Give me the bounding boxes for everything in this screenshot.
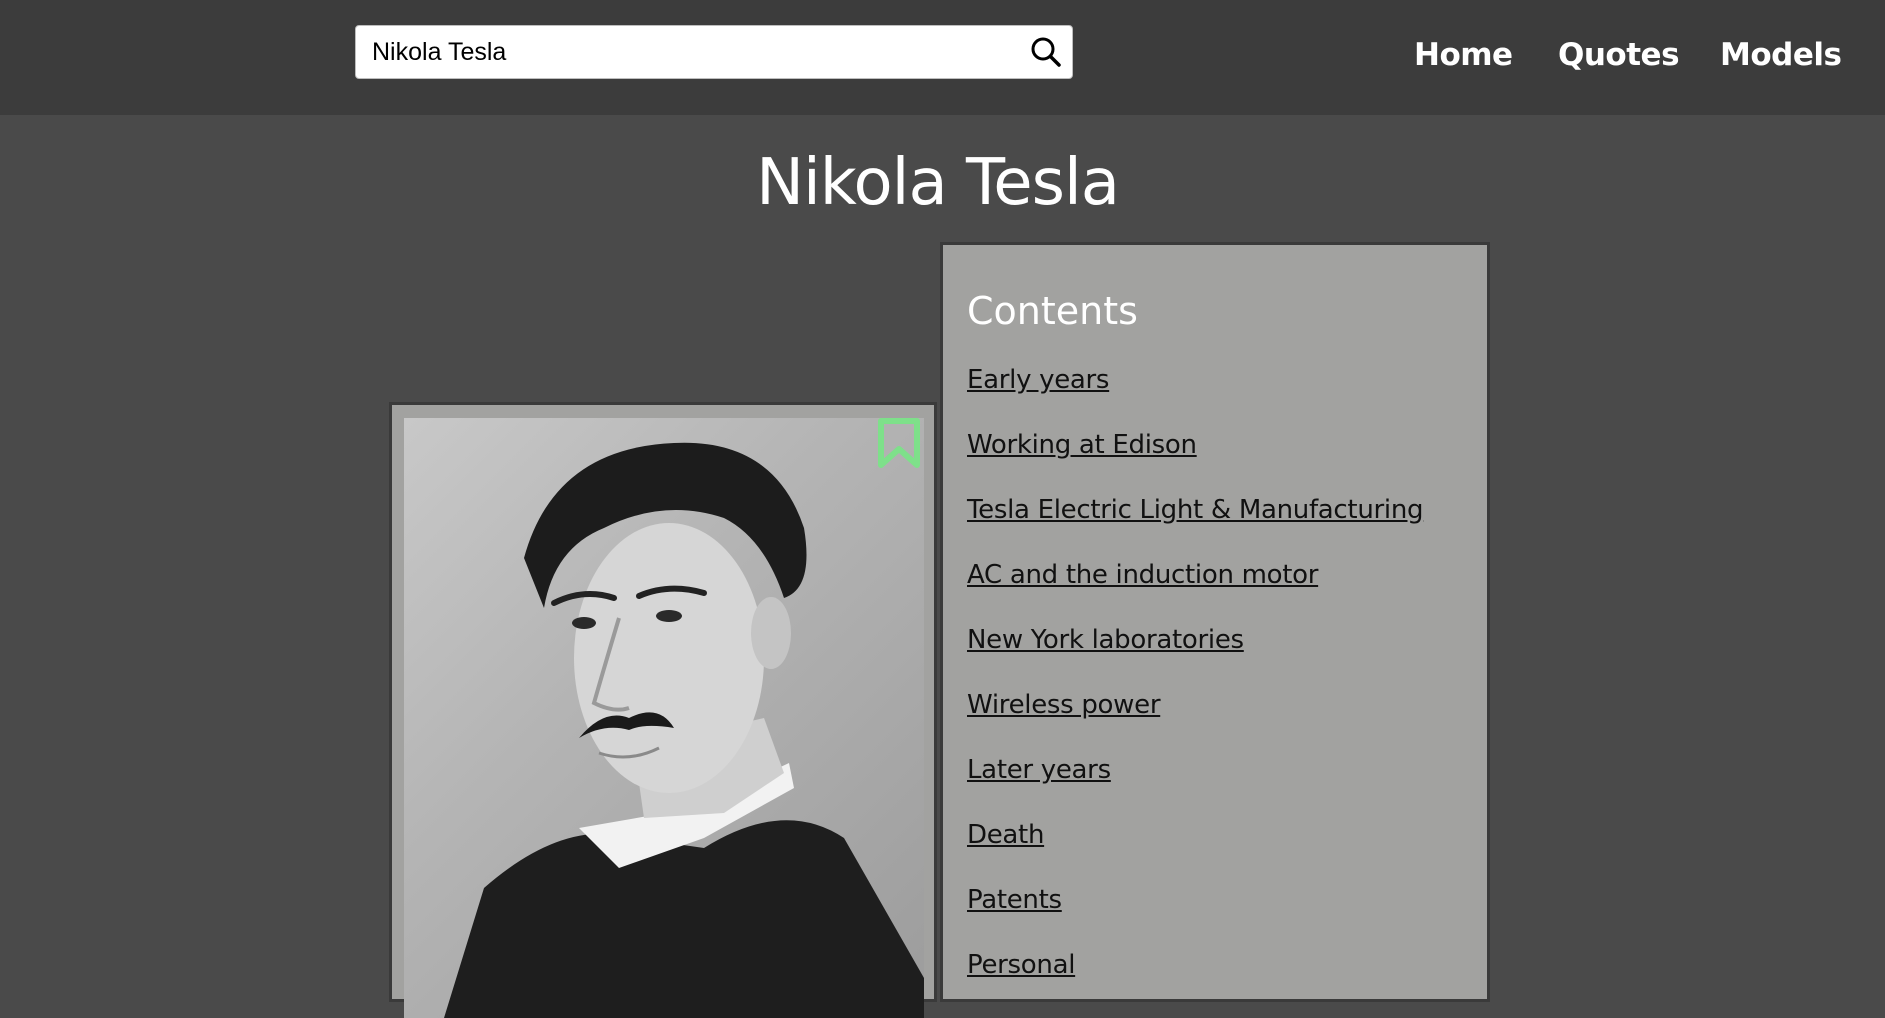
portrait-image — [404, 418, 924, 1018]
nav-quotes-link[interactable]: Quotes — [1558, 30, 1680, 80]
contents-link-ac-induction-motor[interactable]: AC and the induction motor — [967, 560, 1318, 590]
contents-heading: Contents — [967, 289, 1138, 333]
contents-link-personal[interactable]: Personal — [967, 950, 1075, 980]
contents-item: Tesla Electric Light & Manufacturing — [967, 493, 1424, 558]
contents-list: Early years Working at Edison Tesla Elec… — [967, 363, 1424, 1013]
contents-link-patents[interactable]: Patents — [967, 885, 1062, 915]
contents-item: Early years — [967, 363, 1423, 428]
portrait-illustration — [444, 442, 924, 1018]
contents-link-working-at-edison[interactable]: Working at Edison — [967, 430, 1197, 460]
contents-panel: Contents Early years Working at Edison T… — [940, 242, 1490, 1002]
contents-item: AC and the induction motor — [967, 558, 1423, 623]
search-icon[interactable] — [1028, 34, 1064, 70]
nav-models-link[interactable]: Models — [1720, 30, 1842, 80]
portrait-card — [389, 402, 937, 1018]
bookmark-icon[interactable] — [876, 417, 922, 469]
contents-item: Death — [967, 818, 1423, 883]
search-box — [355, 25, 1073, 79]
contents-item: Wireless power — [967, 688, 1423, 753]
contents-item: Personal — [967, 948, 1423, 1013]
contents-link-later-years[interactable]: Later years — [967, 755, 1111, 785]
search-input[interactable] — [372, 34, 1012, 70]
nav-home-link[interactable]: Home — [1414, 30, 1513, 80]
contents-link-new-york-laboratories[interactable]: New York laboratories — [967, 625, 1244, 655]
contents-link-early-years[interactable]: Early years — [967, 365, 1109, 395]
top-navigation-bar: Home Quotes Models — [0, 0, 1885, 115]
contents-item: Working at Edison — [967, 428, 1423, 493]
contents-item: New York laboratories — [967, 623, 1423, 688]
contents-item: Later years — [967, 753, 1423, 818]
contents-link-wireless-power[interactable]: Wireless power — [967, 690, 1161, 720]
contents-link-tesla-electric[interactable]: Tesla Electric Light & Manufacturing — [967, 495, 1424, 525]
page-title: Nikola Tesla — [756, 146, 1120, 220]
contents-link-death[interactable]: Death — [967, 820, 1044, 850]
contents-item: Patents — [967, 883, 1423, 948]
